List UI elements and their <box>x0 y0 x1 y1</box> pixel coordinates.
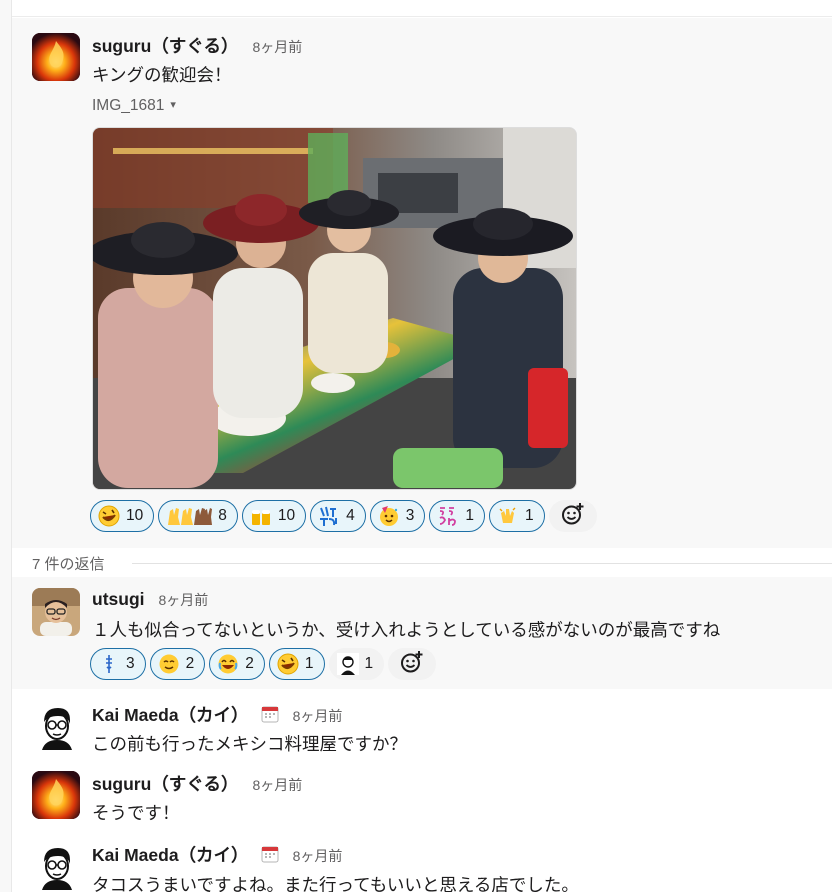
author-name[interactable]: suguru（すぐる） 8ヶ月前 <box>92 771 302 796</box>
timestamp[interactable]: 8ヶ月前 <box>252 777 302 793</box>
reaction-custom[interactable]: 3 <box>90 648 146 680</box>
eeyan-text-emoji <box>437 505 459 527</box>
timestamp[interactable]: 8ヶ月前 <box>293 848 343 864</box>
add-reaction-button[interactable] <box>548 500 597 532</box>
file-toggle[interactable]: IMG_1681 ▾ <box>92 97 176 115</box>
beers-emoji <box>250 505 272 527</box>
clap-emoji <box>497 505 519 527</box>
calendar-icon <box>261 845 279 863</box>
reply-message[interactable]: Kai Maeda（カイ） 8ヶ月前 タコスうまいですよね。また行ってもいいと思え… <box>12 830 832 892</box>
rofl-emoji <box>277 653 299 675</box>
reaction-relieved-face[interactable]: 2 <box>149 648 206 680</box>
add-emoji-icon <box>400 650 424 679</box>
reaction-raised-hands[interactable]: 8 <box>158 500 238 532</box>
reaction-rofl[interactable]: 1 <box>268 648 325 680</box>
reply-message[interactable]: utsugi 8ヶ月前 １人も似合ってないというか、受け入れようとしている感がない… <box>12 577 832 689</box>
add-emoji-icon <box>561 502 585 531</box>
photo-illustration <box>93 128 576 489</box>
author-name[interactable]: Kai Maeda（カイ） 8ヶ月前 <box>92 702 342 727</box>
person-avatar-emoji <box>336 653 359 675</box>
add-reaction-button[interactable] <box>388 648 437 680</box>
raised-hands-emoji <box>166 505 213 527</box>
timestamp[interactable]: 8ヶ月前 <box>252 39 302 55</box>
reaction-rofl[interactable]: 10 <box>90 500 155 532</box>
file-name: IMG_1681 <box>92 97 165 114</box>
avatar[interactable] <box>32 588 80 636</box>
relieved-face-emoji <box>158 653 180 675</box>
reply-message[interactable]: Kai Maeda（カイ） 8ヶ月前 この前も行ったメキシコ料理屋ですか？ <box>12 690 832 760</box>
avatar[interactable] <box>32 842 80 890</box>
avatar[interactable] <box>32 702 80 750</box>
timestamp[interactable]: 8ヶ月前 <box>159 592 209 608</box>
timestamp[interactable]: 8ヶ月前 <box>293 708 343 724</box>
reply-message[interactable]: suguru（すぐる） 8ヶ月前 そうです！ <box>12 760 832 830</box>
rofl-emoji <box>98 505 120 527</box>
partying-face-emoji <box>378 505 400 527</box>
divider-line <box>132 563 832 564</box>
replies-divider: 7 件の返信 <box>12 549 832 575</box>
previous-message-edge <box>12 0 832 17</box>
chevron-down-icon: ▾ <box>170 99 176 111</box>
message-text: タコスうまいですよね。また行ってもいいと思える店でした。 <box>92 875 579 892</box>
reaction-person-avatar[interactable]: 1 <box>328 648 385 680</box>
calendar-icon <box>261 705 279 723</box>
message-text: １人も似合ってないというか、受け入れようとしている感がないのが最高ですね <box>92 620 721 640</box>
avatar[interactable] <box>32 33 80 81</box>
author-name[interactable]: suguru（すぐる） 8ヶ月前 <box>92 33 302 58</box>
joy-emoji <box>217 653 239 675</box>
reaction-bar: 10 8 10 4 3 1 1 <box>90 500 597 532</box>
sidebar-edge <box>0 0 12 892</box>
message-text: そうです！ <box>92 803 180 823</box>
avatar[interactable] <box>32 771 80 819</box>
author-name[interactable]: Kai Maeda（カイ） 8ヶ月前 <box>92 842 342 867</box>
message-text: キングの歓迎会！ <box>92 65 232 85</box>
reaction-iine[interactable]: 4 <box>310 500 366 532</box>
image-attachment[interactable] <box>92 127 577 490</box>
reaction-joy[interactable]: 2 <box>209 648 265 680</box>
reply-count-label: 7 件の返信 <box>32 553 113 574</box>
reaction-clap[interactable]: 1 <box>489 500 545 532</box>
author-name[interactable]: utsugi 8ヶ月前 <box>92 589 208 610</box>
reaction-bar: 3 2 2 1 1 <box>90 648 437 680</box>
iine-text-emoji <box>318 505 340 527</box>
message-text: この前も行ったメキシコ料理屋ですか？ <box>92 734 407 754</box>
reaction-eeyan[interactable]: 1 <box>429 500 485 532</box>
parent-message[interactable]: suguru（すぐる） 8ヶ月前 キングの歓迎会！ IMG_1681 ▾ 10 … <box>12 18 832 548</box>
custom-text-emoji <box>98 653 120 675</box>
reaction-partying-face[interactable]: 3 <box>369 500 426 532</box>
reaction-beers[interactable]: 10 <box>241 500 307 532</box>
